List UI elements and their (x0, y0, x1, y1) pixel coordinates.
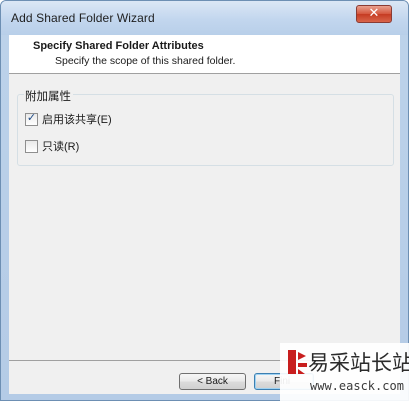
read-only-option[interactable]: 只读(R) (25, 139, 79, 153)
read-only-checkbox[interactable] (25, 139, 38, 153)
read-only-label[interactable]: 只读(R) (42, 138, 79, 154)
attributes-group-label: 附加属性 (24, 88, 73, 104)
watermark-url: www.easck.com (310, 379, 404, 393)
window-title: Add Shared Folder Wizard (11, 11, 155, 25)
close-button[interactable]: ✕ (356, 5, 392, 23)
enable-share-checkbox[interactable]: ✓ (25, 110, 38, 126)
attributes-groupbox (17, 94, 394, 166)
title-bar[interactable]: Add Shared Folder Wizard ✕ (1, 1, 408, 35)
watermark-brand: 易采站长站 (308, 351, 409, 375)
watermark: 易采站长站 www.easck.com (280, 343, 409, 401)
enable-share-option[interactable]: ✓ 启用该共享(E) (25, 110, 112, 127)
checkmark-icon: ✓ (26, 110, 37, 124)
back-button[interactable]: < Back (179, 373, 246, 390)
page-subtitle: Specify the scope of this shared folder. (55, 55, 236, 67)
wizard-header: Specify Shared Folder Attributes Specify… (9, 35, 400, 73)
page-title: Specify Shared Folder Attributes (33, 40, 204, 52)
close-icon: ✕ (368, 6, 380, 21)
enable-share-label[interactable]: 启用该共享(E) (42, 111, 112, 127)
wizard-window: Add Shared Folder Wizard ✕ Specify Share… (0, 0, 409, 401)
wizard-body: 附加属性 ✓ 启用该共享(E) 只读(R) (9, 74, 400, 360)
easck-logo-icon (288, 350, 307, 374)
